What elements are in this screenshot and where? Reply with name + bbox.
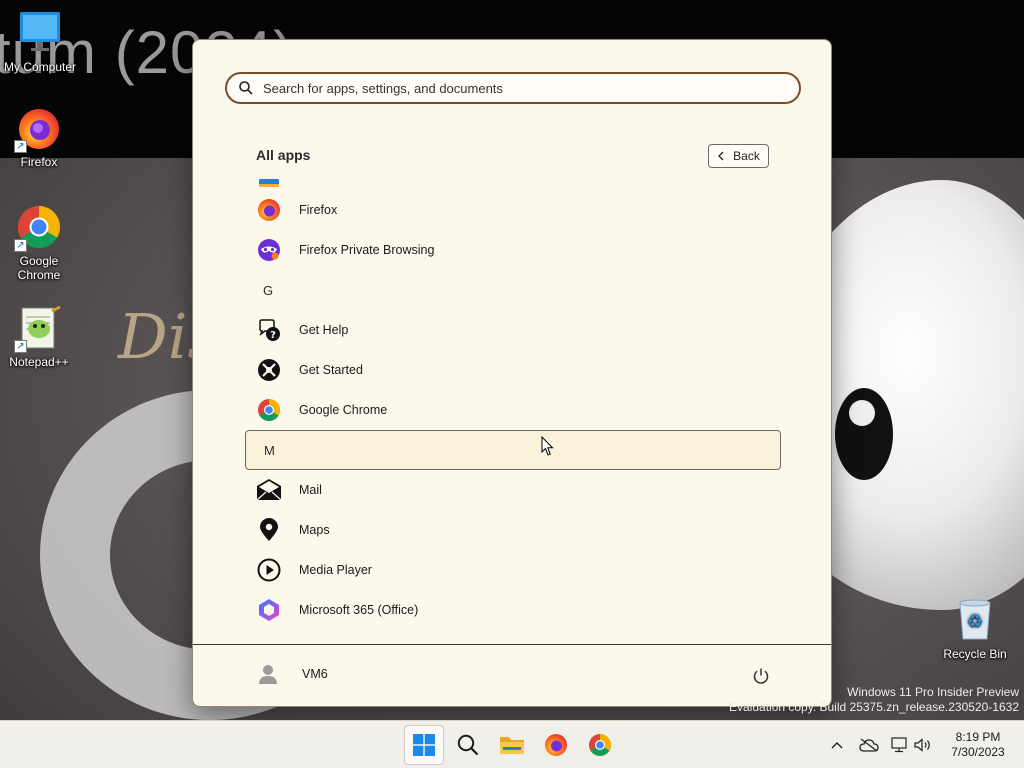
network-button[interactable] [889, 735, 911, 755]
search-icon [239, 81, 253, 95]
user-avatar-icon [259, 665, 277, 684]
taskbar-search-button[interactable] [448, 725, 488, 765]
shortcut-arrow-icon: ↗ [14, 239, 27, 252]
firefox-private-icon [255, 236, 283, 264]
app-item-firefox[interactable]: Firefox [245, 190, 781, 230]
shortcut-arrow-icon: ↗ [14, 140, 27, 153]
get-started-icon [255, 356, 283, 384]
clock-time: 8:19 PM [955, 730, 1001, 744]
volume-icon [914, 738, 930, 752]
power-icon [753, 668, 769, 684]
monitor-icon [17, 10, 63, 56]
svg-text:?: ? [270, 330, 276, 341]
cloud-offline-icon [859, 738, 879, 752]
maps-icon [255, 516, 283, 544]
watermark-line-2: Evaluation copy. Build 25375.zn_release.… [729, 700, 1019, 714]
media-player-icon [255, 556, 283, 584]
firefox-icon [255, 196, 283, 224]
network-icon [891, 737, 907, 753]
all-apps-title: All apps [256, 147, 311, 163]
app-item-label: Firefox Private Browsing [299, 243, 435, 257]
start-menu: All apps Back Firefox Firefox Private Br… [192, 39, 832, 707]
show-hidden-icons-button[interactable] [826, 735, 848, 755]
mouse-cursor-icon [541, 436, 554, 456]
search-icon [457, 734, 479, 756]
desktop-icon-label: Firefox [20, 155, 58, 169]
file-explorer-button[interactable] [492, 725, 532, 765]
user-account-button[interactable]: VM6 [256, 662, 328, 686]
app-item-google-chrome[interactable]: Google Chrome [245, 390, 781, 430]
back-button-label: Back [733, 149, 760, 163]
chrome-icon [589, 734, 611, 756]
app-item-label: Firefox [299, 203, 338, 217]
desktop-icon-my-computer[interactable]: My Computer [2, 10, 78, 74]
notepad-plus-plus-icon: ↗ [14, 305, 62, 353]
app-item-mail[interactable]: Mail [245, 470, 781, 510]
taskbar-clock[interactable]: 8:19 PM 7/30/2023 [938, 730, 1018, 760]
app-item-microsoft-365[interactable]: Microsoft 365 (Office) [245, 590, 781, 630]
app-item-label: Get Started [299, 363, 363, 377]
user-name: VM6 [302, 667, 328, 681]
watermark-line-1: Windows 11 Pro Insider Preview [847, 685, 1019, 699]
firefox-icon: ↗ [14, 105, 62, 153]
desktop-icon-recycle-bin[interactable]: ♻ Recycle Bin [937, 597, 1013, 661]
desktop-icon-google-chrome[interactable]: ↗ Google Chrome [1, 204, 77, 282]
chevron-up-icon [831, 742, 843, 749]
file-explorer-icon [500, 737, 524, 754]
start-icon [413, 734, 435, 756]
app-item-get-help[interactable]: ? Get Help [245, 310, 781, 350]
chrome-icon [255, 396, 283, 424]
get-help-icon: ? [255, 316, 283, 344]
app-item-maps[interactable]: Maps [245, 510, 781, 550]
start-menu-divider [193, 644, 831, 645]
onedrive-button[interactable] [858, 735, 880, 755]
back-button[interactable]: Back [708, 144, 769, 168]
app-item-label: Mail [299, 483, 322, 497]
app-item-label: Media Player [299, 563, 372, 577]
app-item-label: Maps [299, 523, 330, 537]
taskbar-chrome-button[interactable] [580, 725, 620, 765]
recycle-bin-icon: ♻ [952, 597, 998, 643]
letter-header: M [264, 442, 275, 458]
letter-group-m[interactable]: M [245, 430, 781, 470]
app-item-firefox-private-browsing[interactable]: Firefox Private Browsing [245, 230, 781, 270]
app-item-label: Google Chrome [299, 403, 388, 417]
clock-date: 7/30/2023 [951, 745, 1005, 759]
desktop-icon-label: Notepad++ [9, 355, 69, 369]
taskbar: 8:19 PM 7/30/2023 [0, 720, 1024, 768]
desktop-icon-notepad-plus-plus[interactable]: ↗ Notepad++ [1, 305, 77, 369]
app-item-label: Get Help [299, 323, 349, 337]
letter-group-g[interactable]: G [245, 270, 781, 310]
firefox-icon [545, 734, 567, 756]
microsoft-365-icon [255, 596, 283, 624]
start-button[interactable] [404, 725, 444, 765]
volume-button[interactable] [912, 735, 934, 755]
chevron-left-icon [718, 151, 724, 161]
app-item-label: Microsoft 365 (Office) [299, 603, 419, 617]
shortcut-arrow-icon: ↗ [14, 340, 27, 353]
search-input[interactable] [263, 80, 763, 96]
svg-text:♻: ♻ [967, 611, 983, 632]
desktop-icon-label: Google Chrome [17, 254, 61, 282]
taskbar-firefox-button[interactable] [536, 725, 576, 765]
app-item-get-started[interactable]: Get Started [245, 350, 781, 390]
letter-header: G [263, 282, 274, 298]
list-item-partial[interactable] [245, 630, 781, 644]
app-item-media-player[interactable]: Media Player [245, 550, 781, 590]
windows-watermark: Windows 11 Pro Insider Preview Evaluatio… [729, 685, 1019, 715]
mail-icon [255, 476, 283, 504]
app-icon [255, 636, 283, 644]
all-apps-list[interactable]: Firefox Firefox Private Browsing G ? Get… [193, 174, 831, 644]
chrome-icon: ↗ [14, 204, 62, 252]
desktop-icon-label: My Computer [3, 60, 77, 74]
search-box[interactable] [225, 72, 801, 104]
wallpaper-eye-highlight [849, 400, 875, 426]
desktop-icon-label: Recycle Bin [943, 647, 1007, 661]
desktop-icon-firefox[interactable]: ↗ Firefox [1, 105, 77, 169]
